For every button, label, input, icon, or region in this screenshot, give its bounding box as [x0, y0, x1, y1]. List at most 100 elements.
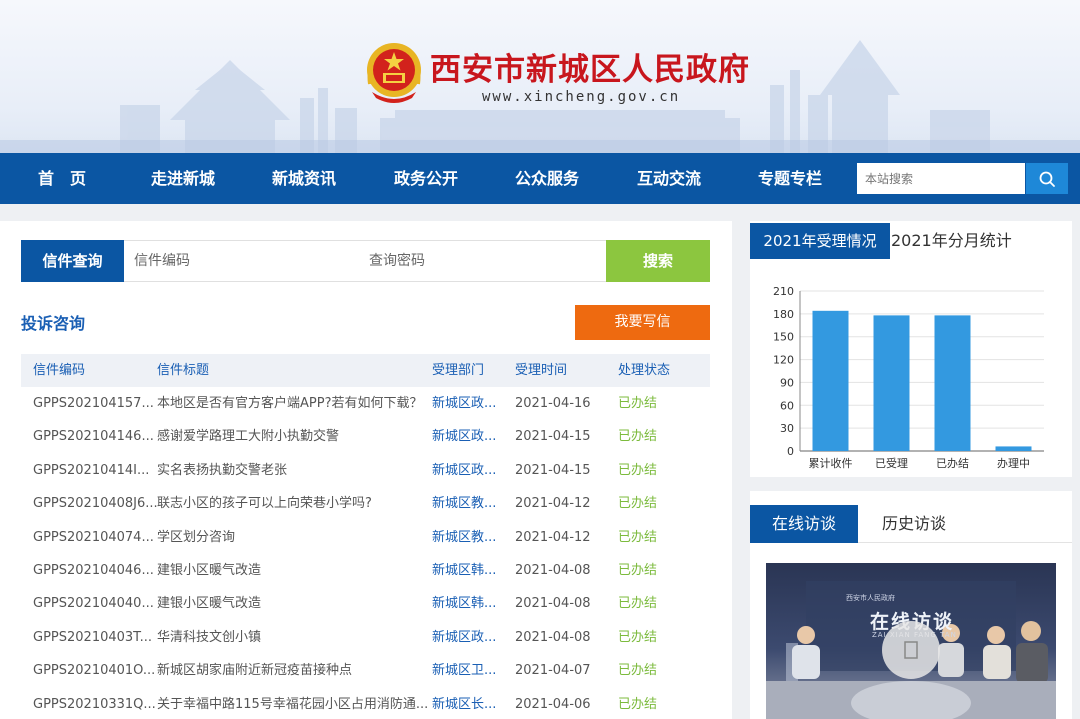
site-header: 西安市新城区人民政府 www.xincheng.gov.cn [0, 0, 1080, 153]
letter-status: 已办结 [618, 663, 658, 679]
letter-dept: 新城区政... [432, 629, 497, 645]
letter-date: 2021-04-12 [515, 496, 591, 512]
letter-code: GPPS202104157... [33, 396, 154, 411]
table-row[interactable]: GPPS202104040... 建银小区暖气改造 新城区韩... 2021-04-0… [21, 587, 710, 620]
letter-code: GPPS20210414I... [33, 462, 150, 478]
letter-title[interactable]: 学区划分咨询 [157, 521, 235, 554]
table-body: GPPS202104157... 本地区是否有官方客户端APP?若有如何下载？ 新城… [21, 387, 710, 719]
chart-y-tick-label: 60 [780, 399, 794, 412]
nav-item-home[interactable]: 首 页 [20, 153, 104, 204]
video-org-label: 西安市人民政府 [846, 594, 895, 602]
letter-status: 已办结 [618, 462, 658, 478]
letter-title[interactable]: 实名表扬执勤交警老张 [157, 454, 287, 487]
chart-y-tick-label: 90 [780, 376, 794, 389]
letter-date: 2021-04-08 [515, 629, 591, 645]
letter-status: 已办结 [618, 629, 658, 645]
query-password-input[interactable]: 查询密码 [369, 241, 425, 281]
chart-bar[interactable] [934, 315, 971, 451]
letter-dept: 新城区教... [432, 529, 497, 545]
chart-x-tick-label: 已办结 [936, 457, 969, 470]
letter-query-label: 信件查询 [21, 240, 124, 282]
letter-code-input[interactable]: 信件编码 [134, 241, 190, 281]
header-title: 信件标题 [157, 363, 210, 378]
search-icon [1039, 171, 1055, 187]
site-search-input[interactable] [857, 163, 1025, 194]
letter-status: 已办结 [618, 562, 658, 578]
chart-y-tick-label: 150 [773, 331, 794, 344]
interviews-tabbar: 在线访谈 历史访谈 [750, 505, 1072, 543]
video-play-button[interactable] [882, 621, 940, 679]
letter-code: GPPS20210408J6... [33, 496, 158, 512]
letter-code: GPPS202104046... [33, 562, 154, 578]
letter-dept: 新城区政... [432, 429, 497, 445]
chart-x-tick-label: 累计收件 [809, 456, 853, 470]
write-letter-button[interactable]: 我要写信 [575, 305, 710, 340]
letter-title[interactable]: 本地区是否有官方客户端APP?若有如何下载？ [157, 387, 422, 420]
interview-video[interactable]: 西安市人民政府 在线访谈 ZAI XIAN FANG TAN [766, 563, 1056, 719]
table-row[interactable]: GPPS20210408J6... 联志小区的孩子可以上向荣巷小学吗? 新城区教..… [21, 487, 710, 520]
letters-table: 信件编码 信件标题 受理部门 受理时间 处理状态 GPPS202104157..… [21, 354, 710, 719]
site-url: www.xincheng.gov.cn [482, 89, 681, 105]
tab-history-interview[interactable]: 历史访谈 [882, 505, 946, 543]
letter-title[interactable]: 新城区胡家庙附近新冠疫苗接种点 [157, 654, 352, 687]
complaints-section-title: 投诉咨询 [21, 314, 86, 333]
letter-dept: 新城区政... [432, 396, 497, 411]
nav-item-interaction[interactable]: 互动交流 [627, 153, 711, 204]
letter-search-button[interactable]: 搜索 [606, 240, 710, 282]
table-row[interactable]: GPPS20210403T... 华清科技文创小镇 新城区政... 2021-04-0… [21, 621, 710, 654]
site-search-button[interactable] [1026, 163, 1068, 194]
letter-code: GPPS20210331Q... [33, 696, 156, 712]
letter-dept: 新城区韩... [432, 562, 497, 578]
letter-status: 已办结 [618, 529, 658, 545]
table-header: 信件编码 信件标题 受理部门 受理时间 处理状态 [21, 354, 710, 387]
letter-query-bar: 信件查询 信件编码 查询密码 搜索 [21, 240, 710, 282]
letter-date: 2021-04-12 [515, 529, 591, 545]
letter-title[interactable]: 华清科技文创小镇 [157, 621, 261, 654]
letter-dept: 新城区教... [432, 496, 497, 512]
chart-y-tick-label: 210 [773, 285, 794, 298]
stats-panel: 2021年受理情况 2021年分月统计 0 30 60 90 120 150 180 210 累… [750, 221, 1072, 477]
chart-y-tick-label: 120 [773, 354, 794, 367]
letter-title[interactable]: 感谢爱学路理工大附小执勤交警 [157, 420, 339, 453]
chart-bar[interactable] [812, 310, 849, 451]
letter-title[interactable]: 建银小区暖气改造 [157, 554, 261, 587]
header-date: 受理时间 [515, 363, 568, 378]
tab-online-interview[interactable]: 在线访谈 [750, 505, 858, 543]
chart-x-tick-label: 办理中 [997, 457, 1030, 470]
table-row[interactable]: GPPS20210331Q... 关于幸福中路115号幸福花园小区占用消防通...… [21, 688, 710, 719]
table-row[interactable]: GPPS20210414I... 实名表扬执勤交警老张 新城区政... 2021-04… [21, 454, 710, 487]
table-row[interactable]: GPPS202104157... 本地区是否有官方客户端APP?若有如何下载？ 新城… [21, 387, 710, 420]
stats-bar-chart: 0 30 60 90 120 150 180 210 累计收件 已受理 已办结 办理中 [773, 285, 1044, 470]
nav-item-special[interactable]: 专题专栏 [748, 153, 832, 204]
letter-status: 已办结 [618, 696, 658, 712]
table-row[interactable]: GPPS202104046... 建银小区暖气改造 新城区韩... 2021-04-0… [21, 554, 710, 587]
letter-status: 已办结 [618, 596, 658, 612]
chart-bar[interactable] [873, 315, 910, 451]
header-dept: 受理部门 [432, 363, 485, 378]
letter-dept: 新城区长... [432, 696, 497, 712]
nav-item-public-service[interactable]: 公众服务 [505, 153, 589, 204]
letter-status: 已办结 [618, 496, 658, 512]
header-code: 信件编码 [33, 363, 86, 378]
table-row[interactable]: GPPS202104074... 学区划分咨询 新城区教... 2021-04-12 已… [21, 521, 710, 554]
nav-item-about[interactable]: 走进新城 [141, 153, 225, 204]
letter-date: 2021-04-08 [515, 562, 591, 578]
letter-title[interactable]: 建银小区暖气改造 [157, 587, 261, 620]
chart-y-tick-label: 0 [787, 445, 794, 458]
letter-title[interactable]: 关于幸福中路115号幸福花园小区占用消防通... [157, 688, 428, 719]
letter-date: 2021-04-15 [515, 462, 591, 478]
table-row[interactable]: GPPS202104146... 感谢爱学路理工大附小执勤交警 新城区政... 202… [21, 420, 710, 453]
letter-date: 2021-04-08 [515, 596, 591, 612]
header-status: 处理状态 [618, 363, 671, 378]
letter-dept: 新城区卫... [432, 663, 497, 679]
letter-title[interactable]: 联志小区的孩子可以上向荣巷小学吗? [157, 487, 372, 520]
letter-code: GPPS20210403T... [33, 629, 152, 645]
site-title: 西安市新城区人民政府 [430, 52, 750, 88]
nav-item-gov-affairs[interactable]: 政务公开 [384, 153, 468, 204]
chart-bar[interactable] [995, 446, 1032, 451]
chart-y-tick-label: 180 [773, 308, 794, 321]
table-row[interactable]: GPPS20210401O... 新城区胡家庙附近新冠疫苗接种点 新城区卫... 20… [21, 654, 710, 687]
nav-item-news[interactable]: 新城资讯 [262, 153, 346, 204]
letter-code: GPPS202104040... [33, 596, 154, 612]
letter-code: GPPS202104146... [33, 429, 154, 445]
